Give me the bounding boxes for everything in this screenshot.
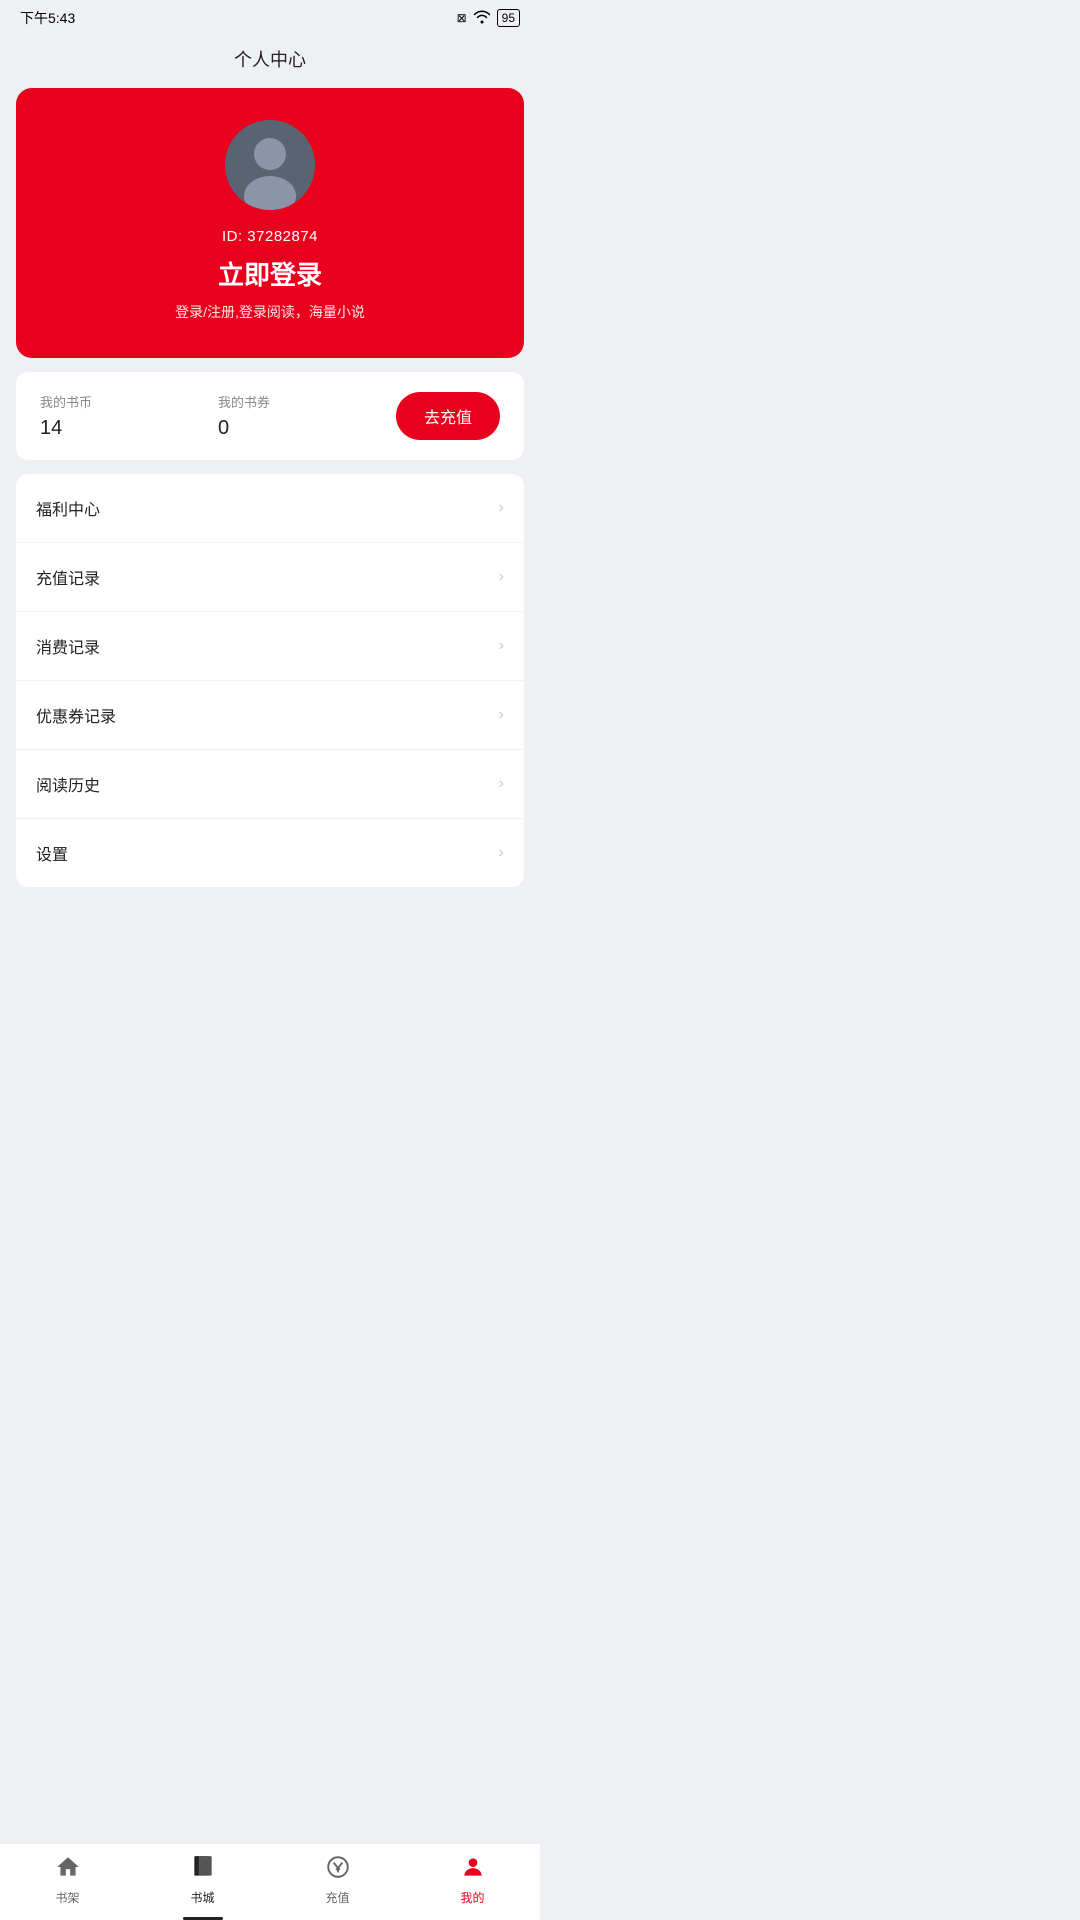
user-id: ID: 37282874 bbox=[222, 228, 318, 245]
menu-item[interactable]: 消费记录 › bbox=[16, 612, 524, 681]
home-icon bbox=[55, 1854, 81, 1885]
menu-item[interactable]: 充值记录 › bbox=[16, 543, 524, 612]
nav-label-bookshelf: 书架 bbox=[55, 1889, 79, 1906]
avatar bbox=[225, 120, 315, 210]
login-subtitle: 登录/注册,登录阅读，海量小说 bbox=[175, 302, 365, 322]
status-bar: 下午5:43 ⊠ 95 bbox=[0, 0, 540, 32]
signal-icon: ⊠ bbox=[457, 11, 467, 25]
wifi-icon bbox=[473, 10, 491, 27]
my-coins-label: 我的书币 bbox=[40, 392, 218, 411]
nav-label-recharge: 充值 bbox=[325, 1889, 349, 1906]
chevron-icon: › bbox=[499, 844, 504, 862]
login-title[interactable]: 立即登录 bbox=[218, 255, 322, 292]
currency-card: 我的书币 14 我的书券 0 去充值 bbox=[16, 372, 524, 460]
my-vouchers-value: 0 bbox=[218, 417, 396, 440]
nav-item-mine[interactable]: 我的 bbox=[405, 1844, 540, 1920]
my-vouchers: 我的书券 0 bbox=[218, 392, 396, 440]
menu-item[interactable]: 阅读历史 › bbox=[16, 750, 524, 819]
profile-card[interactable]: ID: 37282874 立即登录 登录/注册,登录阅读，海量小说 bbox=[16, 88, 524, 358]
page-title: 个人中心 bbox=[0, 32, 540, 88]
chevron-icon: › bbox=[499, 706, 504, 724]
yen-icon bbox=[325, 1854, 351, 1885]
recharge-button[interactable]: 去充值 bbox=[396, 392, 500, 440]
nav-item-bookstore[interactable]: 书城 bbox=[135, 1844, 270, 1920]
status-time: 下午5:43 bbox=[20, 8, 75, 28]
menu-item[interactable]: 福利中心 › bbox=[16, 474, 524, 543]
chevron-icon: › bbox=[499, 568, 504, 586]
nav-label-bookstore: 书城 bbox=[190, 1889, 214, 1906]
my-coins-value: 14 bbox=[40, 417, 218, 440]
menu-item-label: 设置 bbox=[36, 841, 68, 865]
menu-item-label: 优惠券记录 bbox=[36, 703, 116, 727]
menu-item-label: 充值记录 bbox=[36, 565, 100, 589]
chevron-icon: › bbox=[499, 637, 504, 655]
book-icon bbox=[190, 1854, 216, 1885]
menu-item[interactable]: 优惠券记录 › bbox=[16, 681, 524, 750]
menu-card: 福利中心 › 充值记录 › 消费记录 › 优惠券记录 › 阅读历史 › 设置 › bbox=[16, 474, 524, 887]
menu-item-label: 消费记录 bbox=[36, 634, 100, 658]
battery-icon: 95 bbox=[497, 9, 520, 27]
chevron-icon: › bbox=[499, 499, 504, 517]
user-icon bbox=[460, 1854, 486, 1885]
menu-item-label: 阅读历史 bbox=[36, 772, 100, 796]
bottom-nav: 书架 书城 充值 我的 bbox=[0, 1843, 540, 1920]
nav-item-bookshelf[interactable]: 书架 bbox=[0, 1844, 135, 1920]
menu-item-label: 福利中心 bbox=[36, 496, 100, 520]
menu-item[interactable]: 设置 › bbox=[16, 819, 524, 887]
my-coins: 我的书币 14 bbox=[40, 392, 218, 440]
nav-item-recharge[interactable]: 充值 bbox=[270, 1844, 405, 1920]
status-icons: ⊠ 95 bbox=[457, 9, 520, 27]
my-vouchers-label: 我的书券 bbox=[218, 392, 396, 411]
nav-label-mine: 我的 bbox=[460, 1889, 484, 1906]
chevron-icon: › bbox=[499, 775, 504, 793]
